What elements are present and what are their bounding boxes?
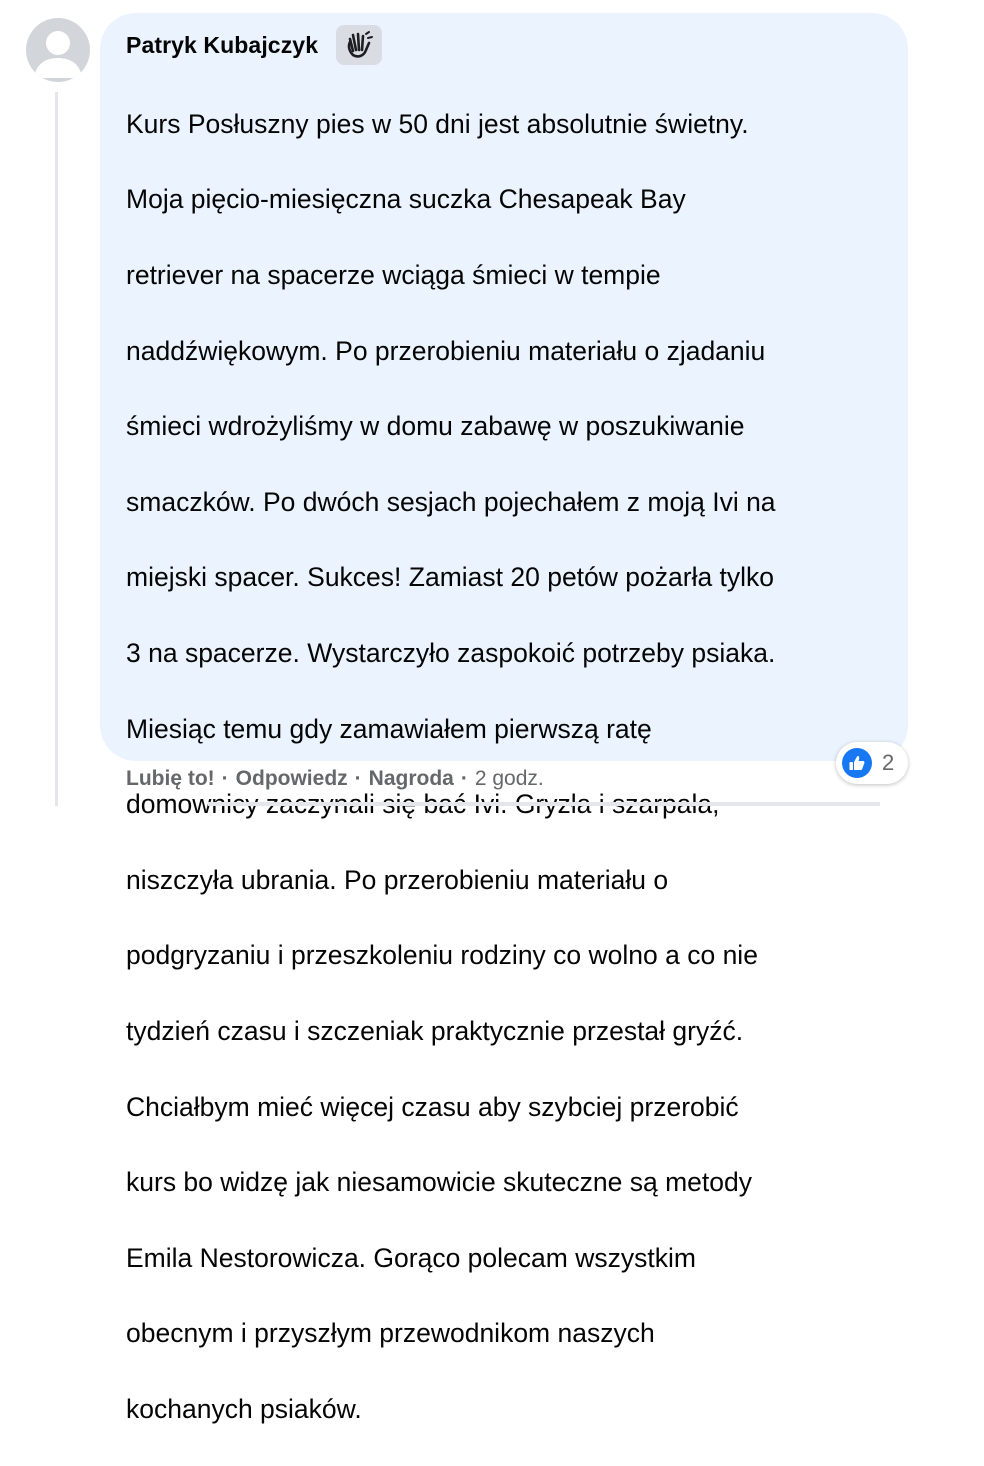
comment-line: miejski spacer. Sukces! Zamiast 20 petów… bbox=[126, 562, 775, 593]
comment-line: Chciałbym mieć więcej czasu aby szybciej… bbox=[126, 1091, 739, 1122]
comment-line: tydzień czasu i szczeniak praktycznie pr… bbox=[126, 1015, 744, 1046]
reply-link[interactable]: Odpowiedz bbox=[236, 767, 348, 791]
comment-line: kurs bo widzę jak niesamowicie skuteczne… bbox=[126, 1167, 752, 1198]
comment-line: 3 na spacerze. Wystarczyło zaspokoić pot… bbox=[126, 637, 776, 668]
thumbs-up-icon bbox=[842, 748, 872, 778]
like-link[interactable]: Lubię to! bbox=[126, 767, 215, 791]
comment-line: Miesiąc temu gdy zamawiałem pierwszą rat… bbox=[126, 713, 652, 744]
separator: · bbox=[460, 767, 468, 790]
thread-line bbox=[55, 92, 58, 806]
comment-line: śmieci wdrożyliśmy w domu zabawę w poszu… bbox=[126, 411, 745, 442]
comment-bubble: Patryk Kubajczyk Kurs Posłuszny pies w 5… bbox=[100, 13, 908, 1424]
thumbs-up-glyph bbox=[849, 756, 865, 770]
comment-line: niszczyła ubrania. Po przerobieniu mater… bbox=[126, 864, 669, 895]
default-profile-icon bbox=[34, 31, 82, 78]
comment-line: Emila Nestorowicza. Gorąco polecam wszys… bbox=[126, 1242, 696, 1273]
award-link[interactable]: Nagroda bbox=[369, 767, 454, 791]
waving-hand-icon bbox=[347, 31, 374, 58]
comment-line: retriever na spacerze wciąga śmieci w te… bbox=[126, 259, 661, 290]
comment-line: naddźwiękowym. Po przerobieniu materiału… bbox=[126, 335, 766, 366]
comment-actions: Lubię to! · Odpowiedz · Nagroda · 2 godz… bbox=[126, 764, 544, 794]
separator: · bbox=[354, 767, 362, 790]
comment-line: Kurs Posłuszny pies w 50 dni jest absolu… bbox=[126, 108, 749, 139]
waving-hand-icon[interactable] bbox=[336, 25, 383, 65]
timestamp-link[interactable]: 2 godz. bbox=[475, 767, 544, 791]
avatar[interactable] bbox=[26, 18, 90, 82]
reactions-summary[interactable]: 2 bbox=[836, 742, 908, 784]
comment-line: kochanych psiaków. bbox=[126, 1393, 362, 1424]
reaction-count: 2 bbox=[882, 750, 895, 775]
comment-line: smaczków. Po dwóch sesjach pojechałem z … bbox=[126, 486, 776, 517]
comment-line: Moja pięcio-miesięczna suczka Chesapeak … bbox=[126, 184, 686, 215]
comment-line: podgryzaniu i przeszkoleniu rodziny co w… bbox=[126, 940, 758, 971]
divider bbox=[208, 802, 880, 806]
author-name[interactable]: Patryk Kubajczyk bbox=[126, 32, 318, 59]
separator: · bbox=[221, 767, 229, 790]
comment-line: obecnym i przyszłym przewodnikom naszych bbox=[126, 1318, 655, 1349]
comment-header: Patryk Kubajczyk bbox=[126, 25, 880, 65]
